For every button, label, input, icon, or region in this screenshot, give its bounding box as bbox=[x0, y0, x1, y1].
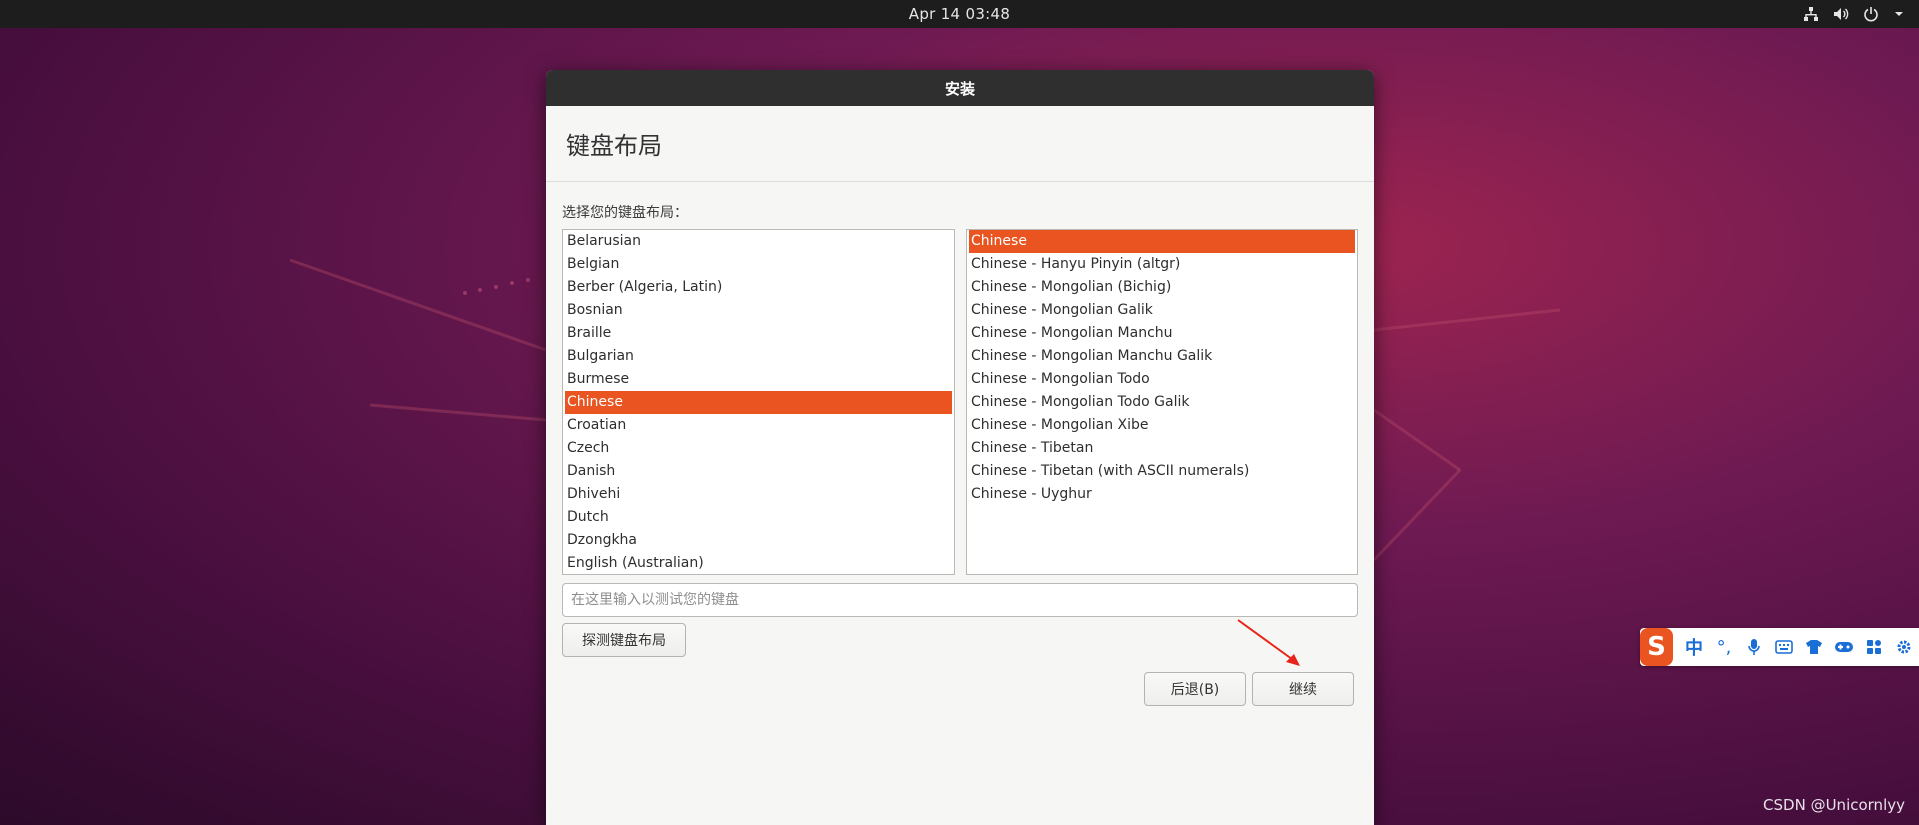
list-item[interactable]: Berber (Algeria, Latin) bbox=[563, 276, 954, 299]
page-header: 键盘布局 bbox=[546, 106, 1374, 182]
list-item[interactable]: Dhivehi bbox=[563, 483, 954, 506]
list-item[interactable]: Danish bbox=[563, 460, 954, 483]
list-item[interactable]: Chinese - Mongolian Todo Galik bbox=[967, 391, 1357, 414]
keyboard-icon[interactable] bbox=[1769, 632, 1799, 662]
microphone-icon[interactable] bbox=[1739, 632, 1769, 662]
list-item[interactable]: Chinese - Hanyu Pinyin (altgr) bbox=[967, 253, 1357, 276]
system-tray[interactable] bbox=[1803, 0, 1905, 28]
list-item[interactable]: Braille bbox=[563, 322, 954, 345]
list-item[interactable]: Chinese - Tibetan bbox=[967, 437, 1357, 460]
list-item[interactable]: Chinese bbox=[969, 230, 1355, 253]
toolbox-icon[interactable] bbox=[1859, 632, 1889, 662]
window-titlebar[interactable]: 安装 bbox=[546, 70, 1374, 106]
list-item[interactable]: Dutch bbox=[563, 506, 954, 529]
layout-list[interactable]: Belarusian Belgian Berber (Algeria, Latin)… bbox=[562, 229, 955, 575]
list-item[interactable]: Chinese - Mongolian Manchu bbox=[967, 322, 1357, 345]
punctuation-icon[interactable]: °, bbox=[1709, 632, 1739, 662]
sogou-logo-icon[interactable]: S bbox=[1640, 628, 1673, 666]
list-item[interactable]: Chinese - Mongolian Xibe bbox=[967, 414, 1357, 437]
list-item[interactable]: Chinese - Mongolian (Bichig) bbox=[967, 276, 1357, 299]
installer-window: 安装 键盘布局 选择您的键盘布局： Belarusian Belgian Berbe… bbox=[546, 70, 1374, 825]
list-item[interactable]: Chinese - Uyghur bbox=[967, 483, 1357, 506]
skin-icon[interactable] bbox=[1799, 632, 1829, 662]
list-item[interactable]: Chinese - Mongolian Galik bbox=[967, 299, 1357, 322]
list-item[interactable]: English (Australian) bbox=[563, 552, 954, 574]
ime-toolbar[interactable]: S 中 °, bbox=[1640, 628, 1919, 666]
settings-icon[interactable] bbox=[1889, 632, 1919, 662]
watermark: CSDN @Unicornlyy bbox=[1763, 796, 1905, 814]
list-item[interactable]: Bulgarian bbox=[563, 345, 954, 368]
list-item[interactable]: Bosnian bbox=[563, 299, 954, 322]
chinese-mode-icon[interactable]: 中 bbox=[1679, 632, 1709, 662]
variant-list[interactable]: Chinese Chinese - Hanyu Pinyin (altgr) Chi… bbox=[966, 229, 1358, 575]
detect-layout-button[interactable]: 探测键盘布局 bbox=[562, 623, 686, 657]
volume-icon[interactable] bbox=[1833, 6, 1849, 22]
list-item[interactable]: Belarusian bbox=[563, 230, 954, 253]
power-icon[interactable] bbox=[1863, 6, 1879, 22]
list-item[interactable]: Chinese - Tibetan (with ASCII numerals) bbox=[967, 460, 1357, 483]
page-title: 键盘布局 bbox=[566, 132, 662, 160]
back-button[interactable]: 后退(B) bbox=[1144, 672, 1246, 706]
list-item[interactable]: Chinese bbox=[565, 391, 952, 414]
continue-button[interactable]: 继续 bbox=[1252, 672, 1354, 706]
annotation-arrow bbox=[1237, 619, 1300, 666]
list-item[interactable]: Burmese bbox=[563, 368, 954, 391]
network-icon[interactable] bbox=[1803, 6, 1819, 22]
list-item[interactable]: Croatian bbox=[563, 414, 954, 437]
chevron-down-icon[interactable] bbox=[1893, 8, 1905, 20]
list-item[interactable]: Belgian bbox=[563, 253, 954, 276]
gamepad-icon[interactable] bbox=[1829, 632, 1859, 662]
clock[interactable]: Apr 14 03:48 bbox=[909, 5, 1010, 23]
layout-prompt: 选择您的键盘布局： bbox=[562, 205, 688, 221]
top-bar: Apr 14 03:48 bbox=[0, 0, 1919, 28]
list-item[interactable]: Chinese - Mongolian Todo bbox=[967, 368, 1357, 391]
window-title: 安装 bbox=[944, 79, 975, 98]
list-item[interactable]: Chinese - Mongolian Manchu Galik bbox=[967, 345, 1357, 368]
list-item[interactable]: Dzongkha bbox=[563, 529, 954, 552]
list-item[interactable]: Czech bbox=[563, 437, 954, 460]
